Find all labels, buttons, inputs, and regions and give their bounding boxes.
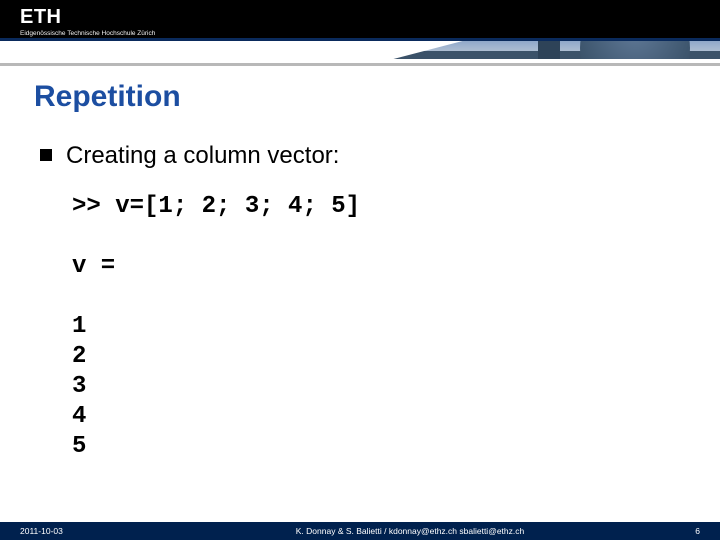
bullet-list: Creating a column vector: >> v=[1; 2; 3;…	[34, 142, 686, 462]
logo-text: ETH	[20, 6, 155, 29]
header-divider-grey	[0, 63, 720, 66]
bullet-text: Creating a column vector:	[66, 142, 339, 170]
header-divider-blue	[0, 38, 720, 41]
slide-footer: 2011-10-03 K. Donnay & S. Balietti / kdo…	[0, 522, 720, 540]
slide: ETH Eidgenössische Technische Hochschule…	[0, 0, 720, 540]
slide-header: ETH Eidgenössische Technische Hochschule…	[0, 0, 720, 68]
logo-subtext-1: Eidgenössische Technische Hochschule Zür…	[20, 30, 155, 37]
bullet-marker-icon	[40, 149, 52, 161]
bullet-item: Creating a column vector:	[40, 142, 686, 170]
footer-authors: K. Donnay & S. Balietti / kdonnay@ethz.c…	[160, 526, 660, 536]
slide-title: Repetition	[34, 80, 686, 114]
code-block: >> v=[1; 2; 3; 4; 5] v = 1 2 3 4 5	[40, 192, 686, 462]
slide-content: Repetition Creating a column vector: >> …	[0, 68, 720, 540]
footer-page-number: 6	[660, 526, 720, 536]
footer-date: 2011-10-03	[0, 526, 160, 536]
